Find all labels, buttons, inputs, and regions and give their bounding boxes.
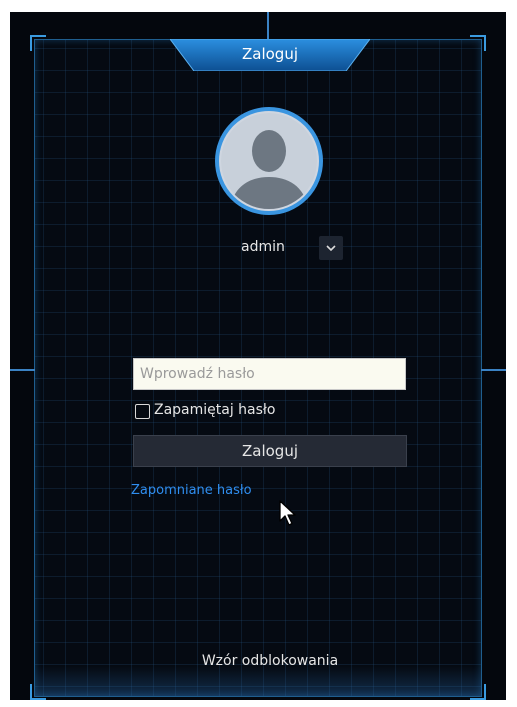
login-screen: Zaloguj admin Zapamiętaj hasło Zaloguj Z… (10, 12, 506, 700)
frame-corner-bottom-right (470, 684, 486, 700)
login-button[interactable]: Zaloguj (133, 435, 407, 467)
mouse-cursor-icon (279, 500, 296, 526)
forgot-password-link[interactable]: Zapomniane hasło (131, 483, 252, 498)
password-input[interactable] (133, 358, 406, 390)
frame-corner-bottom-left (30, 684, 46, 700)
frame-crosshair-right (481, 369, 506, 371)
remember-password-checkbox[interactable] (135, 404, 150, 419)
user-dropdown-button[interactable] (319, 236, 343, 260)
panel-bottom-glow (35, 666, 481, 696)
title-tab: Zaloguj (170, 39, 370, 71)
user-silhouette-icon (215, 107, 323, 215)
unlock-pattern-link[interactable]: Wzór odblokowania (160, 653, 380, 669)
remember-password-label: Zapamiętaj hasło (154, 402, 276, 418)
frame-corner-top-right (470, 35, 486, 51)
chevron-down-icon (326, 245, 336, 252)
page-title: Zaloguj (241, 45, 298, 63)
username-label: admin (241, 239, 285, 255)
frame-crosshair-left (10, 369, 35, 371)
frame-corner-top-left (30, 35, 46, 51)
frame-crosshair-top (267, 12, 269, 40)
